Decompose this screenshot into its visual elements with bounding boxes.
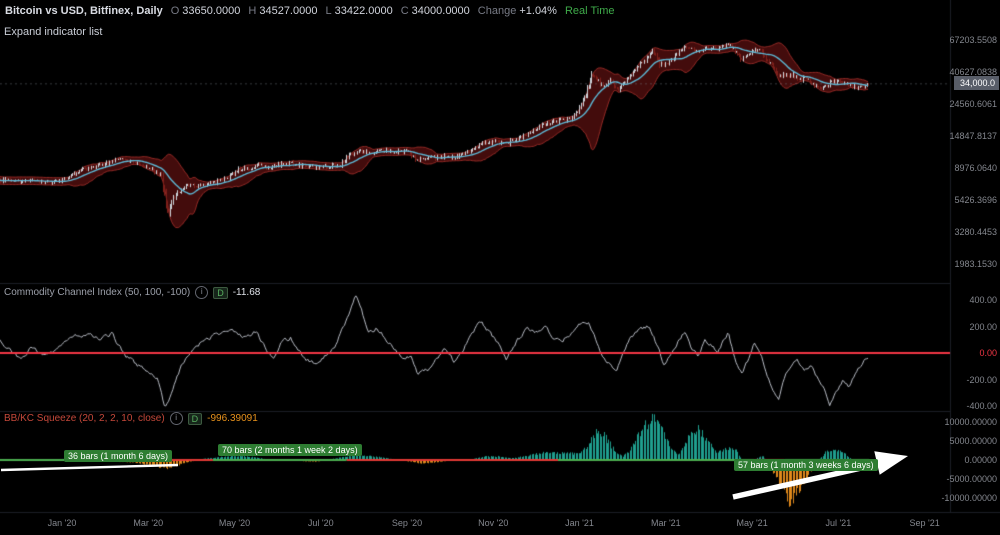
info-icon[interactable]: i [169, 412, 183, 425]
open-value: O 33650.0000 [170, 5, 241, 17]
time-axis[interactable]: Jan '20 Mar '20 May '20 Jul '20 Sep '20 Nov '… [0, 512, 1000, 535]
range-label-36-bars[interactable]: 36 bars (1 month 6 days) [64, 450, 173, 462]
low-value: L 33422.0000 [325, 5, 393, 17]
price-axis-tick: 8976.0640 [954, 163, 997, 174]
price-axis-tick: 5426.3696 [954, 195, 997, 206]
last-price-badge: 34,000.0 [953, 76, 999, 91]
squeeze-last-value: -996.39091 [207, 413, 258, 424]
time-axis-tick: Sep '21 [909, 518, 940, 528]
interval-badge[interactable]: D [213, 286, 228, 299]
symbol-title[interactable]: Bitcoin vs USD, Bitfinex, Daily [5, 5, 163, 17]
time-axis-tick: Mar '21 [650, 518, 681, 528]
realtime-status: Real Time [564, 5, 615, 17]
squeeze-axis-tick: 5000.00000 [949, 436, 997, 446]
squeeze-axis-tick: 0.00000 [964, 455, 997, 465]
squeeze-axis-tick: -10000.00000 [941, 493, 997, 503]
time-axis-tick: Sep '20 [391, 518, 423, 528]
price-axis-tick: 67203.5508 [949, 35, 997, 45]
chart-header: Bitcoin vs USD, Bitfinex, Daily O 33650.0… [5, 5, 615, 17]
cci-axis-tick: -400.00 [966, 401, 997, 411]
time-axis-tick: Jul '20 [307, 518, 334, 528]
cci-axis-tick: 0.00 [979, 348, 997, 358]
price-axis-tick: 24560.6061 [949, 99, 997, 110]
time-axis-tick: Jan '20 [47, 518, 77, 528]
squeeze-indicator-title[interactable]: BB/KC Squeeze (20, 2, 2, 10, close) [4, 413, 165, 424]
cci-pane-header: Commodity Channel Index (50, 100, -100) … [4, 286, 260, 299]
cci-indicator-title[interactable]: Commodity Channel Index (50, 100, -100) [4, 287, 190, 298]
time-axis-tick: Mar '20 [133, 518, 164, 528]
info-icon[interactable]: i [195, 286, 209, 299]
price-axis-tick: 3280.4453 [954, 227, 997, 238]
high-value: H 34527.0000 [248, 5, 318, 17]
time-axis-tick: May '20 [218, 518, 251, 528]
range-label-57-bars[interactable]: 57 bars (1 month 3 weeks 6 days) [734, 459, 878, 471]
squeeze-axis-tick: -5000.00000 [946, 474, 997, 484]
time-axis-tick: May '21 [736, 518, 768, 528]
change-value: Change +1.04% [477, 5, 557, 17]
time-axis-tick: Nov '20 [478, 518, 509, 528]
cci-last-value: -11.68 [232, 287, 261, 298]
range-label-70-bars[interactable]: 70 bars (2 months 1 week 2 days) [218, 444, 362, 456]
cci-axis-tick: 200.00 [969, 321, 997, 332]
cci-axis-tick: 400.00 [969, 295, 997, 305]
cci-axis-tick: -200.00 [966, 374, 997, 385]
close-value: C 34000.0000 [400, 5, 470, 17]
squeeze-pane-header: BB/KC Squeeze (20, 2, 2, 10, close) i D … [4, 412, 258, 425]
price-axis-tick: 1983.1530 [954, 259, 997, 270]
time-axis-tick: Jul '21 [825, 518, 852, 528]
time-axis-tick: Jan '21 [565, 518, 594, 528]
tradingview-chart-window: Bitcoin vs USD, Bitfinex, Daily O 33650.0… [0, 0, 1000, 535]
price-axis-tick: 14847.8137 [949, 131, 997, 142]
interval-badge[interactable]: D [187, 412, 203, 425]
squeeze-axis-tick: 10000.00000 [944, 417, 997, 427]
expand-indicator-list-link[interactable]: Expand indicator list [4, 26, 102, 38]
